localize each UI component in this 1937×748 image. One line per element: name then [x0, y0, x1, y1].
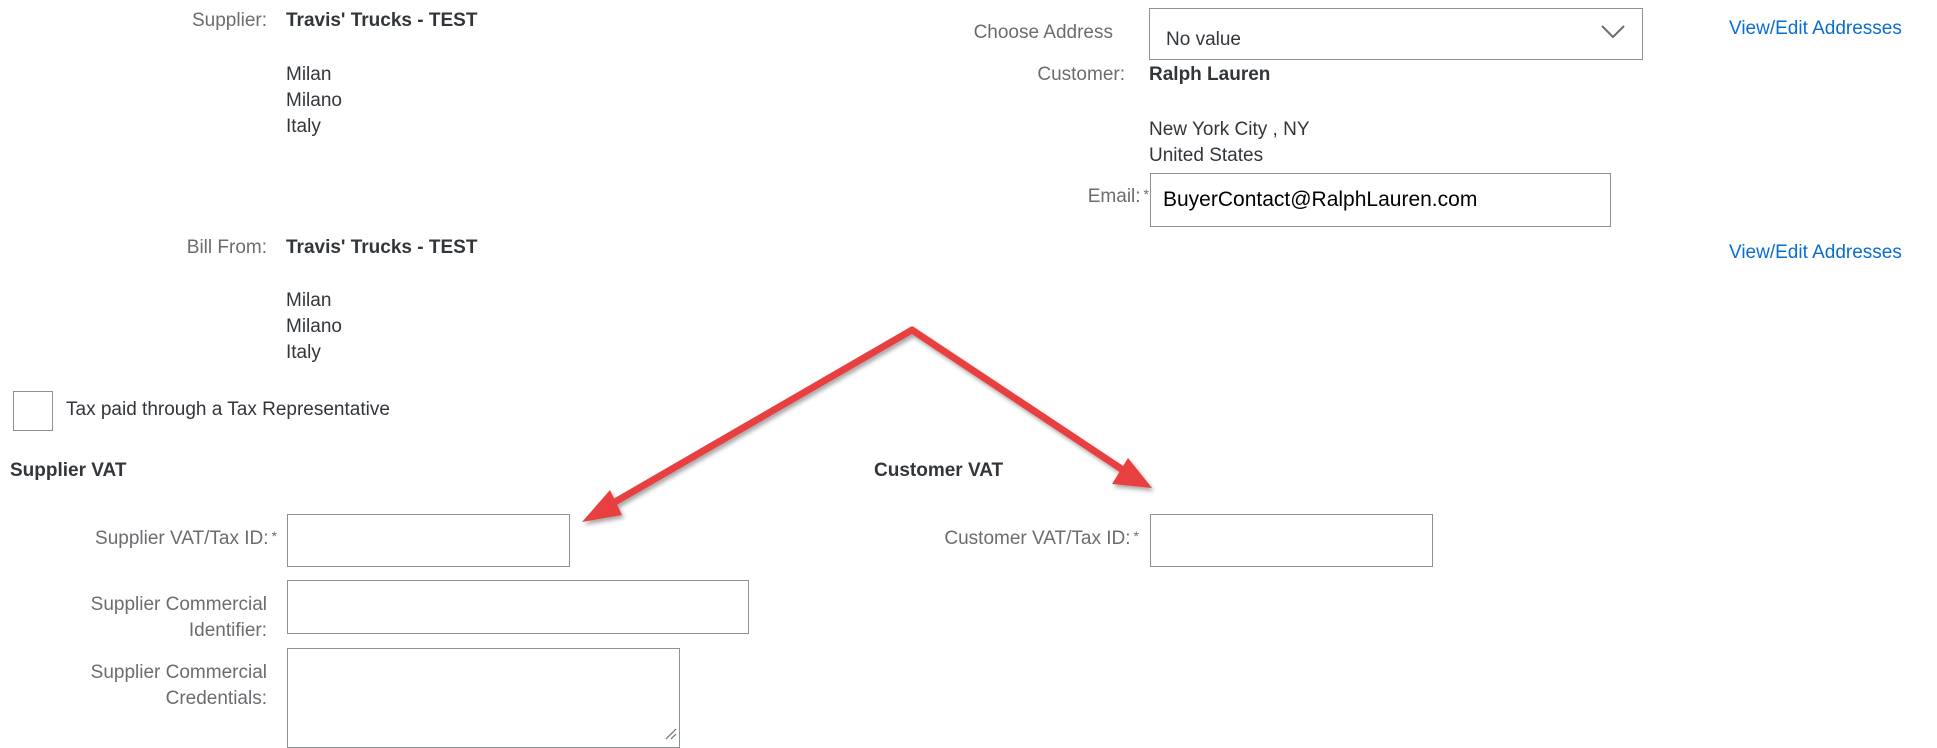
annotation-arrow-right [908, 326, 1130, 476]
arrowhead-left-icon [582, 490, 622, 522]
annotation-arrow-left [604, 326, 916, 510]
annotation-arrows [582, 326, 1152, 522]
